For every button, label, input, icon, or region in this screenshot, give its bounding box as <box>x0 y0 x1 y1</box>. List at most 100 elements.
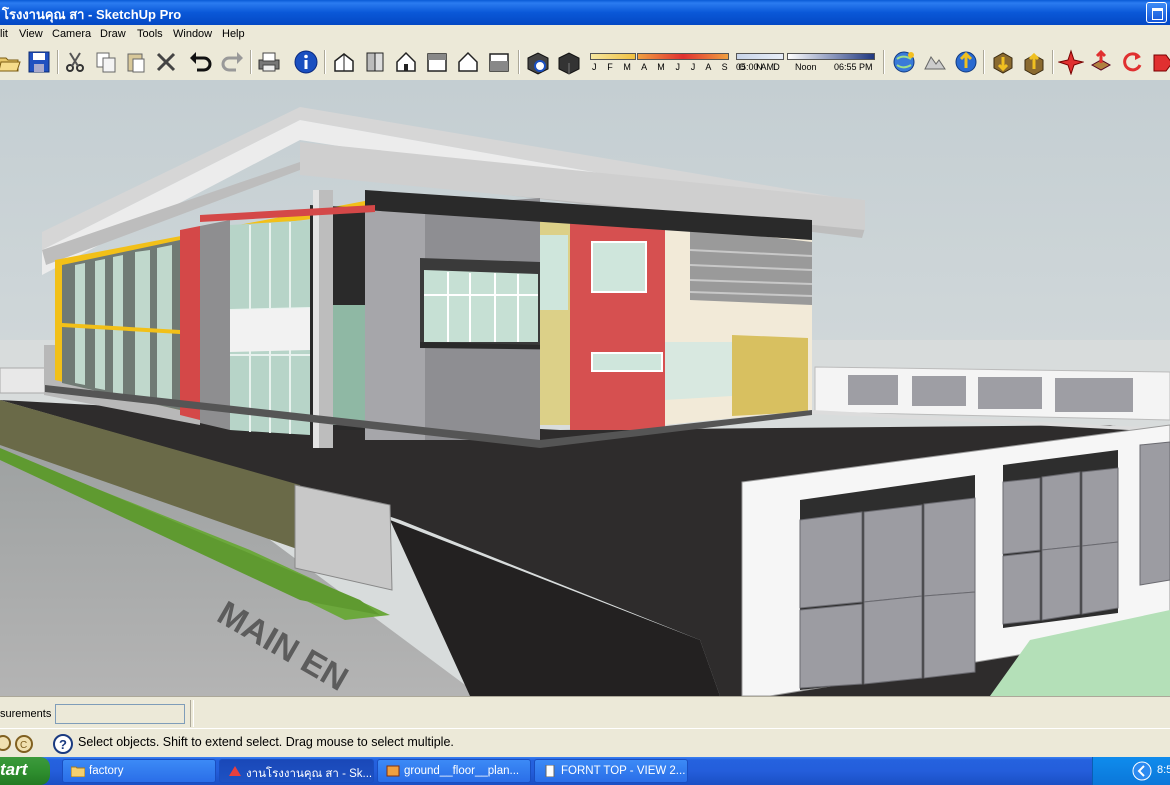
measurements-label: surements <box>0 708 52 720</box>
task-label: ground__floor__plan... <box>404 765 520 777</box>
svg-text:C: C <box>20 740 27 751</box>
push-pull-icon[interactable] <box>1088 49 1114 75</box>
front-view-icon[interactable] <box>393 49 419 75</box>
undo-icon[interactable] <box>188 49 214 75</box>
shadow-settings-icon[interactable] <box>525 49 551 75</box>
toolbar-separator <box>883 50 885 74</box>
toolbar-separator <box>250 50 252 74</box>
taskbar-item-sketchup[interactable]: งานโรงงานคุณ สา - Sk... <box>219 759 374 783</box>
red-block-window-lower <box>591 352 663 372</box>
paste-icon[interactable] <box>123 49 149 75</box>
measurements-separator <box>190 700 194 727</box>
time-start-label: 05:00 AM <box>736 62 775 72</box>
cream-windows <box>665 342 732 400</box>
taskbar-item-view[interactable]: FORNT TOP - VIEW 2... <box>534 759 688 783</box>
task-label: factory <box>89 765 124 777</box>
sketchup-icon <box>229 766 241 776</box>
title-bar: โรงงานคุณ สา - SketchUp Pro <box>0 0 1170 25</box>
menu-draw[interactable]: Draw <box>100 28 126 40</box>
clock: 8:5 <box>1157 764 1170 776</box>
share-model-icon[interactable] <box>1021 49 1047 75</box>
iso-view-icon[interactable] <box>331 49 357 75</box>
column-highlight <box>313 190 319 448</box>
menu-camera[interactable]: Camera <box>52 28 91 40</box>
fence-near-panels-2 <box>1002 467 1119 625</box>
status-bar: C ? Select objects. Shift to extend sele… <box>0 728 1170 758</box>
toolbar-separator <box>57 50 59 74</box>
display-shadows-icon[interactable] <box>556 49 582 75</box>
save-icon[interactable] <box>26 49 52 75</box>
top-view-icon[interactable] <box>362 49 388 75</box>
time-slider-track[interactable] <box>787 53 875 60</box>
menu-tools[interactable]: Tools <box>137 28 163 40</box>
taskbar-item-factory[interactable]: factory <box>62 759 216 783</box>
menu-view[interactable]: View <box>19 28 43 40</box>
layout-icon <box>386 765 400 777</box>
redo-icon[interactable] <box>219 49 245 75</box>
folder-icon <box>71 766 85 777</box>
shutter-door <box>732 335 808 416</box>
time-end-label: 06:55 PM <box>834 62 873 72</box>
measurements-input[interactable] <box>55 704 185 724</box>
toolbar-separator <box>518 50 520 74</box>
rotate-icon[interactable] <box>1119 49 1145 75</box>
taskbar-item-layout[interactable]: ground__floor__plan... <box>377 759 531 783</box>
open-icon[interactable] <box>0 49 22 75</box>
measurements-bar: surements <box>0 696 1170 729</box>
menu-bar: lit View Camera Draw Tools Window Help <box>0 25 1170 44</box>
menu-window[interactable]: Window <box>173 28 212 40</box>
glass-spandrel <box>230 308 310 352</box>
fence-near-panels-1 <box>799 497 976 689</box>
toggle-terrain-icon[interactable] <box>922 49 948 75</box>
credits-icon[interactable]: C <box>14 734 34 754</box>
left-view-icon[interactable] <box>486 49 512 75</box>
start-label: tart <box>0 760 28 779</box>
file-icon <box>545 765 555 777</box>
system-tray: 8:5 <box>1092 757 1170 785</box>
start-button[interactable]: tart <box>0 757 50 785</box>
erase-icon[interactable] <box>153 49 179 75</box>
grey-wall <box>200 220 230 430</box>
get-current-view-icon[interactable] <box>891 49 917 75</box>
taskbar: tart factory งานโรงงานคุณ สา - Sk... gro… <box>0 757 1170 785</box>
month-slider[interactable] <box>590 53 636 60</box>
select-icon[interactable] <box>1058 49 1084 75</box>
red-column <box>180 226 200 420</box>
time-noon-label: Noon <box>795 62 817 72</box>
back-view-icon[interactable] <box>455 49 481 75</box>
menu-help[interactable]: Help <box>222 28 245 40</box>
copy-icon[interactable] <box>93 49 119 75</box>
status-message: Select objects. Shift to extend select. … <box>78 735 454 749</box>
center-block-side <box>365 205 425 440</box>
lobby-glass <box>330 305 365 425</box>
cut-icon[interactable] <box>62 49 88 75</box>
month-slider-track[interactable] <box>637 53 729 60</box>
toolbar-separator <box>324 50 326 74</box>
window-box-glass <box>424 270 538 342</box>
task-label: งานโรงงานคุณ สา - Sk... <box>246 768 373 780</box>
model-info-icon[interactable] <box>293 49 319 75</box>
red-block-window-upper <box>591 241 647 293</box>
svg-text:?: ? <box>59 737 67 752</box>
right-view-icon[interactable] <box>424 49 450 75</box>
menu-edit[interactable]: lit <box>0 28 8 40</box>
window-title: โรงงานคุณ สา - SketchUp Pro <box>2 7 182 22</box>
geo-location-icon[interactable] <box>0 734 12 752</box>
get-models-icon[interactable] <box>990 49 1016 75</box>
fence-near-panels-3 <box>1139 441 1170 586</box>
yellow-panel-window <box>540 235 568 310</box>
neighbor-house <box>0 367 51 394</box>
place-model-icon[interactable] <box>953 49 979 75</box>
time-slider[interactable] <box>736 53 784 60</box>
print-icon[interactable] <box>256 49 282 75</box>
back-arrow-icon[interactable] <box>1132 761 1152 781</box>
model-scene: MAIN EN <box>0 80 1170 696</box>
toolbar-separator <box>983 50 985 74</box>
task-label: FORNT TOP - VIEW 2... <box>561 765 686 777</box>
toolbar: J F M A M J J A S O N D 05:00 AM Noon 06… <box>0 44 1170 81</box>
help-icon[interactable]: ? <box>52 733 74 755</box>
model-viewport[interactable]: MAIN EN <box>0 80 1170 696</box>
follow-me-icon[interactable] <box>1150 49 1170 75</box>
restore-button[interactable] <box>1146 2 1167 23</box>
toolbar-separator <box>1052 50 1054 74</box>
